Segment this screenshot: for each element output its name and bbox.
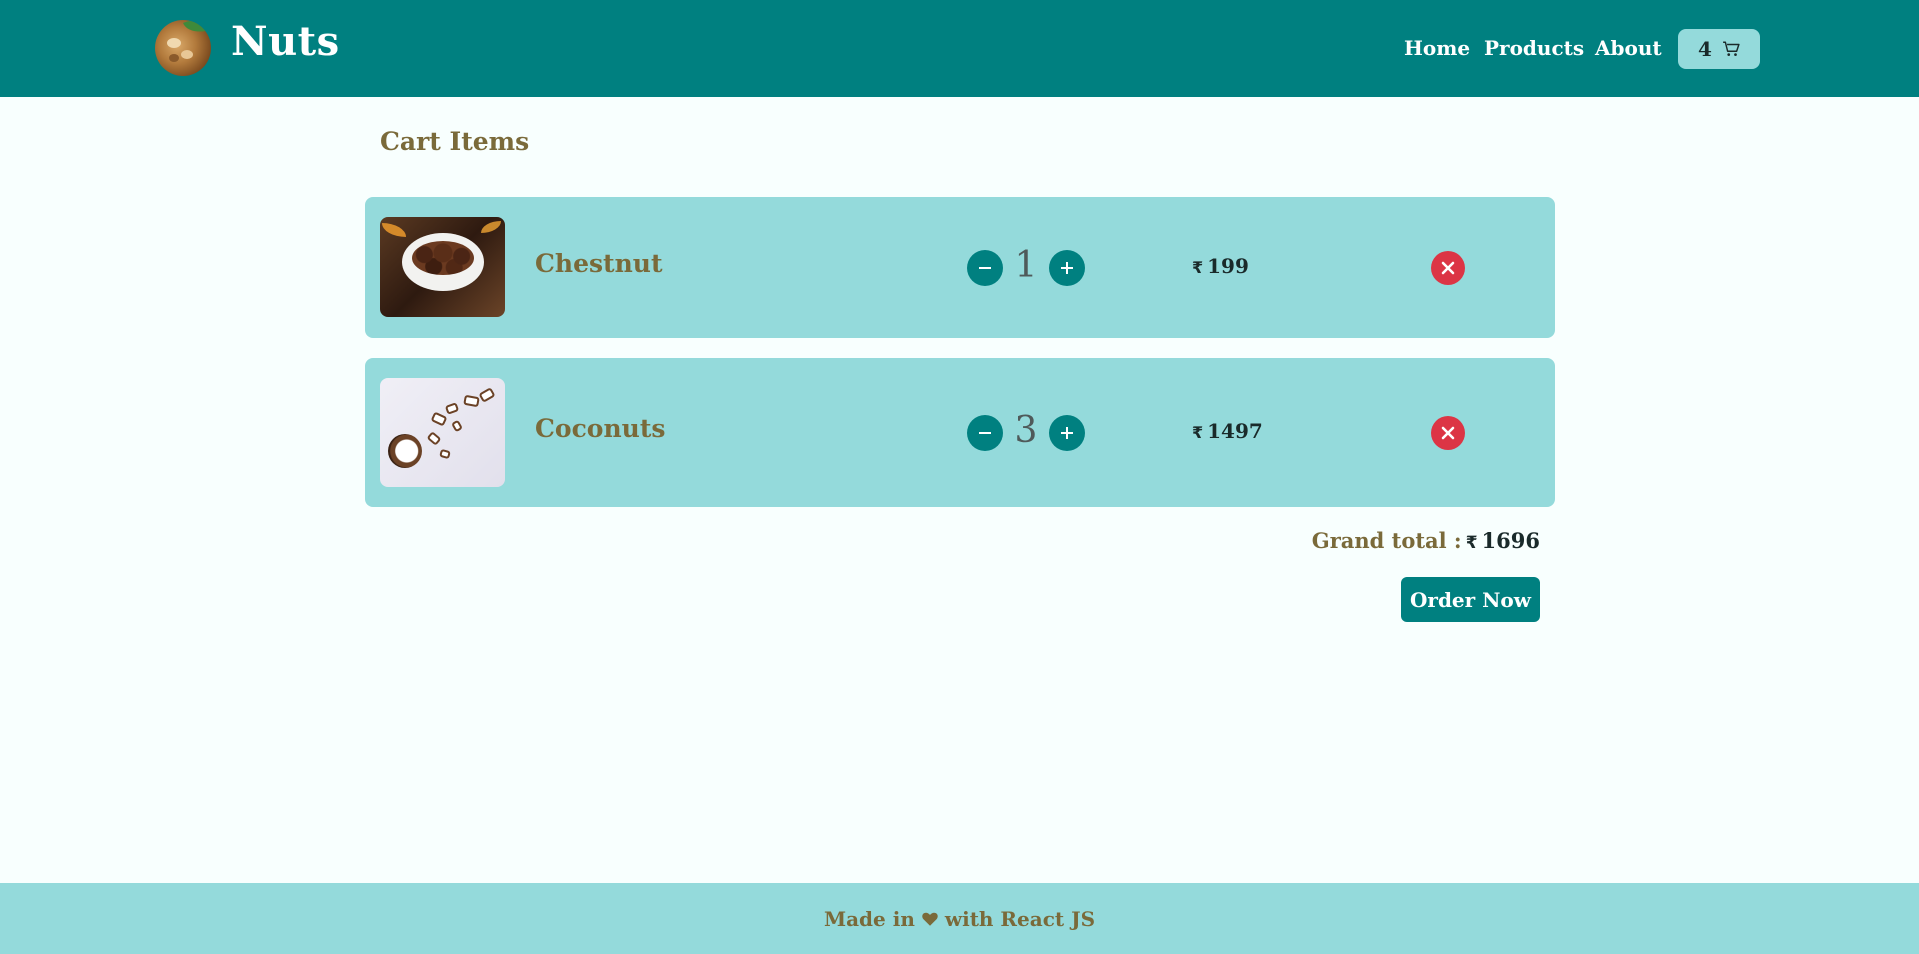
quantity-value: 1	[1014, 245, 1038, 286]
grand-total: Grand total : ₹1696	[1312, 528, 1540, 553]
currency-symbol: ₹	[1192, 258, 1204, 277]
brand-name[interactable]: Nuts	[231, 18, 340, 65]
grand-total-value: 1696	[1481, 528, 1540, 553]
cart-button[interactable]: 4	[1678, 29, 1760, 69]
minus-icon	[979, 432, 991, 434]
minus-icon	[979, 267, 991, 269]
coconut-pieces-image	[380, 378, 505, 487]
item-price: ₹199	[1192, 254, 1249, 278]
cart-count: 4	[1698, 37, 1712, 61]
navbar: Nuts Home Products About 4	[0, 0, 1919, 97]
cart-item-row: Chestnut 1 ₹199	[365, 197, 1555, 338]
item-name: Chestnut	[535, 249, 663, 278]
decrement-button[interactable]	[967, 250, 1003, 286]
cart-title: Cart Items	[380, 127, 530, 156]
chestnut-bowl-image	[380, 217, 505, 317]
price-value: 199	[1207, 254, 1249, 278]
plus-icon	[1061, 262, 1073, 274]
nav-link-home[interactable]: Home	[1404, 36, 1470, 60]
footer-text-after: with React JS	[944, 906, 1096, 931]
nav-link-about[interactable]: About	[1595, 36, 1662, 60]
order-now-button[interactable]: Order Now	[1401, 577, 1540, 622]
currency-symbol: ₹	[1465, 533, 1478, 553]
close-circle-icon	[1441, 426, 1455, 440]
increment-button[interactable]	[1049, 250, 1085, 286]
remove-item-button[interactable]	[1431, 416, 1465, 450]
increment-button[interactable]	[1049, 415, 1085, 451]
logo-icon[interactable]	[155, 20, 211, 76]
nav-link-products[interactable]: Products	[1484, 36, 1584, 60]
cart-item-row: Coconuts 3 ₹1497	[365, 358, 1555, 507]
currency-symbol: ₹	[1192, 423, 1204, 442]
item-name: Coconuts	[535, 414, 666, 443]
quantity-value: 3	[1014, 410, 1038, 451]
heart-icon	[922, 912, 938, 926]
grand-total-label: Grand total :	[1311, 528, 1462, 553]
item-price: ₹1497	[1192, 419, 1263, 443]
close-circle-icon	[1441, 261, 1455, 275]
plus-icon	[1061, 427, 1073, 439]
cart-icon	[1723, 41, 1740, 56]
footer: Made in with React JS	[0, 883, 1919, 954]
footer-text-before: Made in	[823, 906, 915, 931]
price-value: 1497	[1207, 419, 1263, 443]
remove-item-button[interactable]	[1431, 251, 1465, 285]
decrement-button[interactable]	[967, 415, 1003, 451]
